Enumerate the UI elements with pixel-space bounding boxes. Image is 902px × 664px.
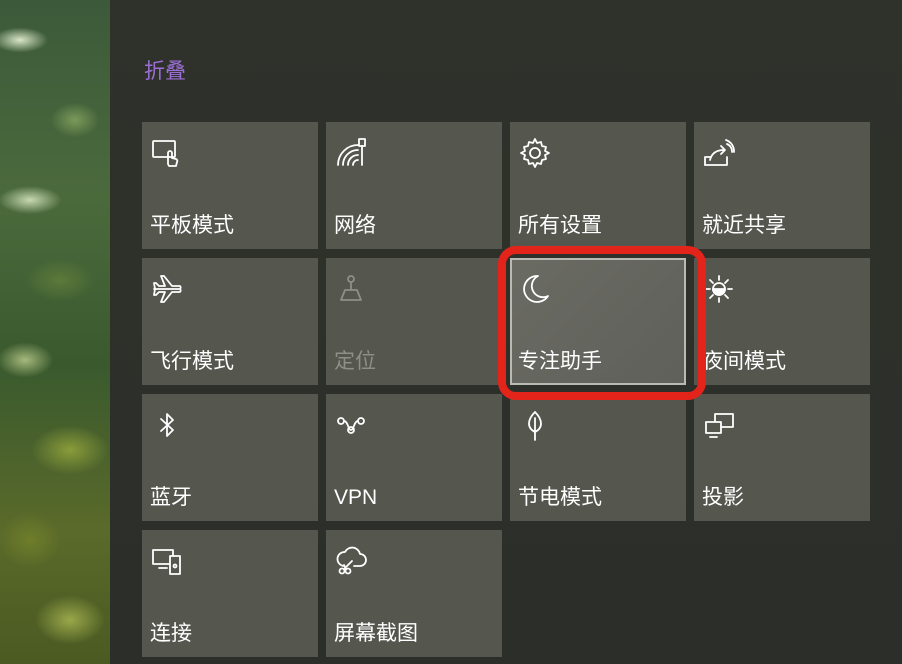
tile-location[interactable]: 定位 <box>326 258 502 385</box>
tile-vpn[interactable]: VPN <box>326 394 502 521</box>
tile-label: 平板模式 <box>150 214 234 237</box>
vpn-icon <box>334 408 368 442</box>
moon-icon <box>518 272 552 306</box>
project-icon <box>702 408 736 442</box>
settings-gear-icon <box>518 136 552 170</box>
tile-label: 网络 <box>334 214 376 237</box>
leaf-icon <box>518 408 552 442</box>
bluetooth-icon <box>150 408 184 442</box>
network-icon <box>334 136 368 170</box>
tile-label: 蓝牙 <box>150 486 192 509</box>
tile-night-light[interactable]: 夜间模式 <box>694 258 870 385</box>
location-icon <box>334 272 368 306</box>
tile-label: 定位 <box>334 350 376 373</box>
tile-battery-saver[interactable]: 节电模式 <box>510 394 686 521</box>
tile-label: 连接 <box>150 622 192 645</box>
tile-label: 就近共享 <box>702 214 786 237</box>
tile-tablet-mode[interactable]: 平板模式 <box>142 122 318 249</box>
tile-all-settings[interactable]: 所有设置 <box>510 122 686 249</box>
tile-label: 投影 <box>702 486 744 509</box>
tile-focus-assist[interactable]: 专注助手 <box>510 258 686 385</box>
desktop-wallpaper <box>0 0 110 664</box>
tile-label: 屏幕截图 <box>334 622 418 645</box>
tile-label: VPN <box>334 486 378 509</box>
tablet-mode-icon <box>150 136 184 170</box>
tile-label: 夜间模式 <box>702 350 786 373</box>
tile-project[interactable]: 投影 <box>694 394 870 521</box>
collapse-link[interactable]: 折叠 <box>144 58 186 86</box>
tile-connect[interactable]: 连接 <box>142 530 318 657</box>
tile-nearby-sharing[interactable]: 就近共享 <box>694 122 870 249</box>
tile-airplane-mode[interactable]: 飞行模式 <box>142 258 318 385</box>
tile-label: 专注助手 <box>518 350 602 373</box>
tile-screen-snip[interactable]: 屏幕截图 <box>326 530 502 657</box>
tile-label: 所有设置 <box>518 214 602 237</box>
tile-label: 飞行模式 <box>150 350 234 373</box>
airplane-icon <box>150 272 184 306</box>
snip-sketch-icon <box>334 544 368 578</box>
nearby-share-icon <box>702 136 736 170</box>
connect-icon <box>150 544 184 578</box>
sun-icon <box>702 272 736 306</box>
tile-network[interactable]: 网络 <box>326 122 502 249</box>
tile-bluetooth[interactable]: 蓝牙 <box>142 394 318 521</box>
tile-label: 节电模式 <box>518 486 602 509</box>
